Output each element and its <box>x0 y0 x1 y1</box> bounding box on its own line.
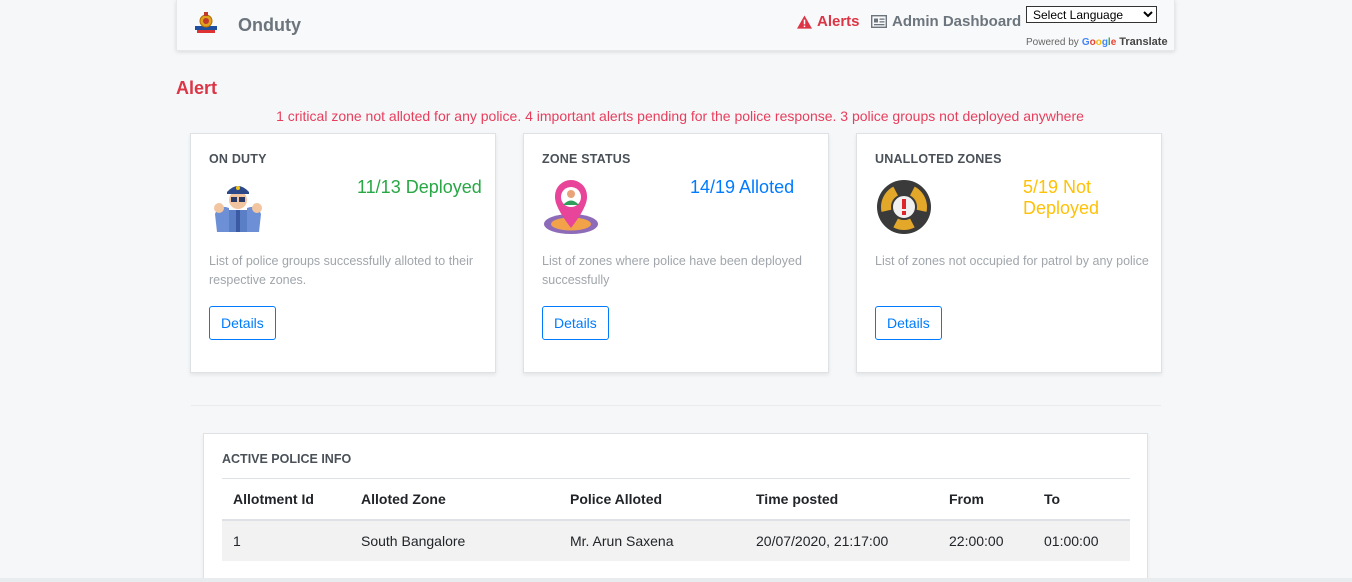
card-title: ON DUTY <box>209 152 267 166</box>
page-bottom-edge <box>0 578 1352 582</box>
cell-time-posted: 20/07/2020, 21:17:00 <box>745 520 938 561</box>
alert-heading: Alert <box>176 78 218 98</box>
card-description: List of police groups successfully allot… <box>209 254 474 287</box>
table-row[interactable]: 1 South Bangalore Mr. Arun Saxena 20/07/… <box>222 520 1130 561</box>
card-on-duty: ON DUTY 11/13 Deployed List of police gr… <box>190 133 496 373</box>
cell-to: 01:00:00 <box>1033 520 1130 561</box>
google-logo-text: Google <box>1081 36 1117 48</box>
cell-police-alloted: Mr. Arun Saxena <box>559 520 745 561</box>
card-description: List of zones where police have been dep… <box>542 254 802 287</box>
panel-title: ACTIVE POLICE INFO <box>222 452 352 466</box>
nav-admin-dashboard-link[interactable]: Admin Dashboard <box>871 13 1021 30</box>
details-button[interactable]: Details <box>209 306 276 340</box>
table-header-row: Allotment Id Alloted Zone Police Alloted… <box>222 479 1130 521</box>
column-header-from[interactable]: From <box>938 479 1033 521</box>
hazard-warning-icon <box>877 180 931 234</box>
card-value: 14/19 Alloted <box>690 177 795 197</box>
police-emblem-logo-icon[interactable] <box>192 10 220 38</box>
powered-by-text: Powered by <box>1026 36 1079 48</box>
section-divider <box>191 405 1161 406</box>
details-button[interactable]: Details <box>542 306 609 340</box>
active-police-table: Allotment Id Alloted Zone Police Alloted… <box>222 479 1130 561</box>
language-select[interactable]: Select Language <box>1026 6 1157 23</box>
column-header-allotment-id[interactable]: Allotment Id <box>222 479 350 521</box>
column-header-to[interactable]: To <box>1033 479 1130 521</box>
translate-link[interactable]: Translate <box>1119 36 1167 48</box>
location-pin-icon <box>544 180 598 234</box>
nav-alerts-label: Alerts <box>817 13 860 30</box>
card-zone-status: ZONE STATUS 14/19 Alloted List of zones … <box>523 133 829 373</box>
column-header-alloted-zone[interactable]: Alloted Zone <box>350 479 559 521</box>
active-police-info-panel: ACTIVE POLICE INFO Allotment Id Alloted … <box>203 433 1148 582</box>
warning-triangle-icon <box>797 14 812 29</box>
alert-message: 1 critical zone not alloted for any poli… <box>276 108 1084 124</box>
card-title: UNALLOTED ZONES <box>875 152 1002 166</box>
column-header-time-posted[interactable]: Time posted <box>745 479 938 521</box>
cell-allotment-id: 1 <box>222 520 350 561</box>
cell-alloted-zone: South Bangalore <box>350 520 559 561</box>
card-value: 11/13 Deployed <box>357 177 482 197</box>
card-value: 5/19 Not Deployed <box>1023 177 1100 218</box>
card-description: List of zones not occupied for patrol by… <box>875 254 1149 268</box>
google-translate-attribution: Powered by Google Translate <box>1026 36 1168 48</box>
id-card-icon <box>871 15 887 28</box>
column-header-police-alloted[interactable]: Police Alloted <box>559 479 745 521</box>
cell-from: 22:00:00 <box>938 520 1033 561</box>
top-navbar: Onduty Alerts Admin Dashboard Select Lan… <box>176 0 1175 51</box>
card-title: ZONE STATUS <box>542 152 631 166</box>
details-button[interactable]: Details <box>875 306 942 340</box>
brand-name[interactable]: Onduty <box>238 15 301 36</box>
nav-alerts-link[interactable]: Alerts <box>797 13 860 30</box>
card-unalloted-zones: UNALLOTED ZONES 5/19 Not Deployed List o… <box>856 133 1162 373</box>
police-officer-icon <box>214 186 262 232</box>
nav-admin-label: Admin Dashboard <box>892 13 1022 30</box>
